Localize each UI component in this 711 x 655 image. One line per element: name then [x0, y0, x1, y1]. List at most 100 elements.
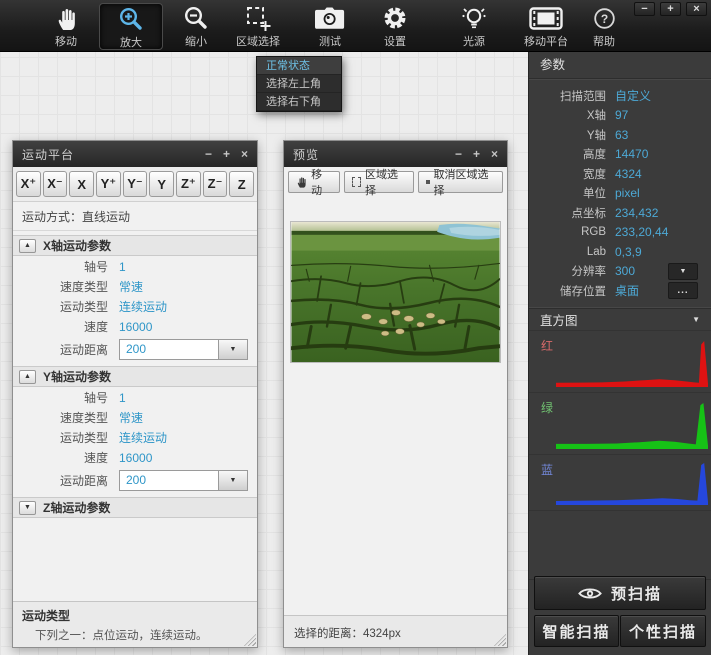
- menu-item-select-bottom-right[interactable]: 选择右下角: [257, 93, 341, 111]
- axis-button-y[interactable]: Y: [149, 171, 174, 197]
- axis-button-z[interactable]: Z: [229, 171, 254, 197]
- axis-button-y-minus[interactable]: Y⁻: [123, 171, 148, 197]
- rgb-row: RGB 233,20,44: [529, 223, 711, 243]
- y-distance-dropdown[interactable]: 200 ▼: [119, 470, 248, 491]
- histogram-header[interactable]: 直方图 ▼: [529, 308, 711, 330]
- panel-minimize-button[interactable]: −: [205, 147, 212, 161]
- preview-panel-titlebar[interactable]: 预览 − + ×: [284, 141, 507, 167]
- height-row: 高度 14470: [529, 145, 711, 165]
- histogram-green-section: 绿: [529, 392, 711, 454]
- y-axis-section-header[interactable]: ▲ Y轴运动参数: [13, 366, 257, 387]
- axis-button-z-plus[interactable]: Z⁺: [176, 171, 201, 197]
- toolbar-item-region-select[interactable]: 区域选择: [226, 3, 290, 50]
- panel-maximize-button[interactable]: +: [473, 147, 480, 161]
- preview-panel-controls: − + ×: [455, 147, 498, 161]
- preview-panel: 预览 − + × 移动 区域选择 取消区域选择: [283, 140, 508, 648]
- field-value[interactable]: 16000: [119, 320, 152, 334]
- panel-minimize-button[interactable]: −: [455, 147, 462, 161]
- axis-button-z-minus[interactable]: Z⁻: [203, 171, 228, 197]
- menu-item-select-top-left[interactable]: 选择左上角: [257, 75, 341, 93]
- toolbar-item-test[interactable]: 测试: [298, 3, 362, 50]
- toolbar-item-zoom-in[interactable]: 放大: [99, 3, 163, 50]
- panel-close-button[interactable]: ×: [491, 147, 498, 161]
- param-label: 高度: [529, 146, 615, 162]
- browse-ellipsis-button[interactable]: ...: [668, 282, 698, 299]
- toolbar-item-help[interactable]: ? 帮助: [572, 3, 636, 50]
- toolbar-item-move[interactable]: 移动: [34, 3, 98, 50]
- toolbar-item-platform[interactable]: 移动平台: [514, 3, 578, 50]
- toolbar-item-label: 移动: [34, 33, 98, 49]
- field-label: 速度: [13, 318, 119, 335]
- x-speed-type-row: 速度类型 常速: [13, 277, 257, 296]
- prescan-label: 预扫描: [611, 583, 662, 604]
- toolbar-item-light[interactable]: 光源: [442, 3, 506, 50]
- preview-image[interactable]: [290, 221, 501, 363]
- region-select-menu: 正常状态 选择左上角 选择右下角: [256, 56, 342, 112]
- window-maximize-button[interactable]: +: [660, 2, 681, 16]
- param-value: 233,20,44: [615, 225, 668, 239]
- eye-icon: [578, 586, 602, 601]
- point-coord-row: 点坐标 234,432: [529, 203, 711, 223]
- chevron-down-icon[interactable]: ▼: [218, 340, 247, 359]
- smart-scan-button[interactable]: 智能扫描: [534, 615, 619, 647]
- menu-item-normal-state[interactable]: 正常状态: [257, 57, 341, 75]
- axis-button-x-plus[interactable]: X⁺: [16, 171, 41, 197]
- hand-icon: [34, 3, 98, 33]
- save-location-row: 储存位置 桌面 ...: [529, 281, 711, 301]
- field-value[interactable]: 连续运动: [119, 429, 167, 446]
- svg-text:?: ?: [600, 12, 607, 26]
- main-toolbar: 移动 放大 缩小: [0, 0, 711, 52]
- chevron-down-icon[interactable]: ▼: [218, 471, 247, 490]
- prescan-button[interactable]: 预扫描: [534, 576, 706, 610]
- window-close-button[interactable]: ×: [686, 2, 707, 16]
- field-value[interactable]: 常速: [119, 278, 143, 295]
- scan-range-row: 扫描范围 自定义: [529, 86, 711, 106]
- field-value[interactable]: 连续运动: [119, 298, 167, 315]
- param-value: 97: [615, 108, 628, 122]
- toolbar-item-label: 缩小: [164, 33, 228, 49]
- param-value[interactable]: 自定义: [615, 87, 651, 104]
- platform-icon: [514, 3, 578, 33]
- histogram-label-1: 绿: [541, 399, 553, 416]
- param-value: 4324: [615, 167, 642, 181]
- window-controls: − + ×: [634, 2, 707, 16]
- field-value[interactable]: 16000: [119, 451, 152, 465]
- toolbar-item-label: 帮助: [572, 33, 636, 49]
- custom-scan-button[interactable]: 个性扫描: [620, 615, 706, 647]
- histogram-plot-0: [556, 339, 708, 387]
- width-row: 宽度 4324: [529, 164, 711, 184]
- resolution-row: 分辨率 300 ▼: [529, 262, 711, 282]
- panel-maximize-button[interactable]: +: [223, 147, 230, 161]
- x-distance-dropdown[interactable]: 200 ▼: [119, 339, 248, 360]
- collapse-up-icon[interactable]: ▲: [19, 239, 36, 253]
- toolbar-item-zoom-out[interactable]: 缩小: [164, 3, 228, 50]
- motion-panel-titlebar[interactable]: 运动平台 − + ×: [13, 141, 257, 167]
- param-label: 分辨率: [529, 263, 615, 279]
- resolution-dropdown-button[interactable]: ▼: [668, 263, 698, 280]
- preview-move-button[interactable]: 移动: [288, 171, 340, 193]
- collapse-up-icon[interactable]: ▲: [19, 370, 36, 384]
- param-label: RGB: [529, 226, 615, 238]
- z-axis-section-header[interactable]: ▼ Z轴运动参数: [13, 497, 257, 518]
- axis-button-y-plus[interactable]: Y⁺: [96, 171, 121, 197]
- collapse-down-icon[interactable]: ▼: [19, 501, 36, 515]
- window-minimize-button[interactable]: −: [634, 2, 655, 16]
- motion-panel-controls: − + ×: [205, 147, 248, 161]
- preview-cancel-region-button[interactable]: 取消区域选择: [418, 171, 503, 193]
- axis-button-x-minus[interactable]: X⁻: [43, 171, 68, 197]
- preview-region-select-button[interactable]: 区域选择: [344, 171, 414, 193]
- param-label: Y轴: [529, 127, 615, 143]
- histogram-plot-2: [556, 461, 708, 505]
- param-value[interactable]: 300: [615, 264, 635, 278]
- toolbar-item-settings[interactable]: 设置: [363, 3, 427, 50]
- gear-icon: [363, 3, 427, 33]
- param-label: 扫描范围: [529, 88, 615, 104]
- axis-button-x[interactable]: X: [69, 171, 94, 197]
- x-axis-section-header[interactable]: ▲ X轴运动参数: [13, 235, 257, 256]
- panel-spacer: [529, 510, 711, 580]
- panel-close-button[interactable]: ×: [241, 147, 248, 161]
- param-label: 宽度: [529, 166, 615, 182]
- param-value[interactable]: 桌面: [615, 282, 639, 299]
- field-value[interactable]: 常速: [119, 409, 143, 426]
- chevron-down-icon[interactable]: ▼: [692, 315, 700, 324]
